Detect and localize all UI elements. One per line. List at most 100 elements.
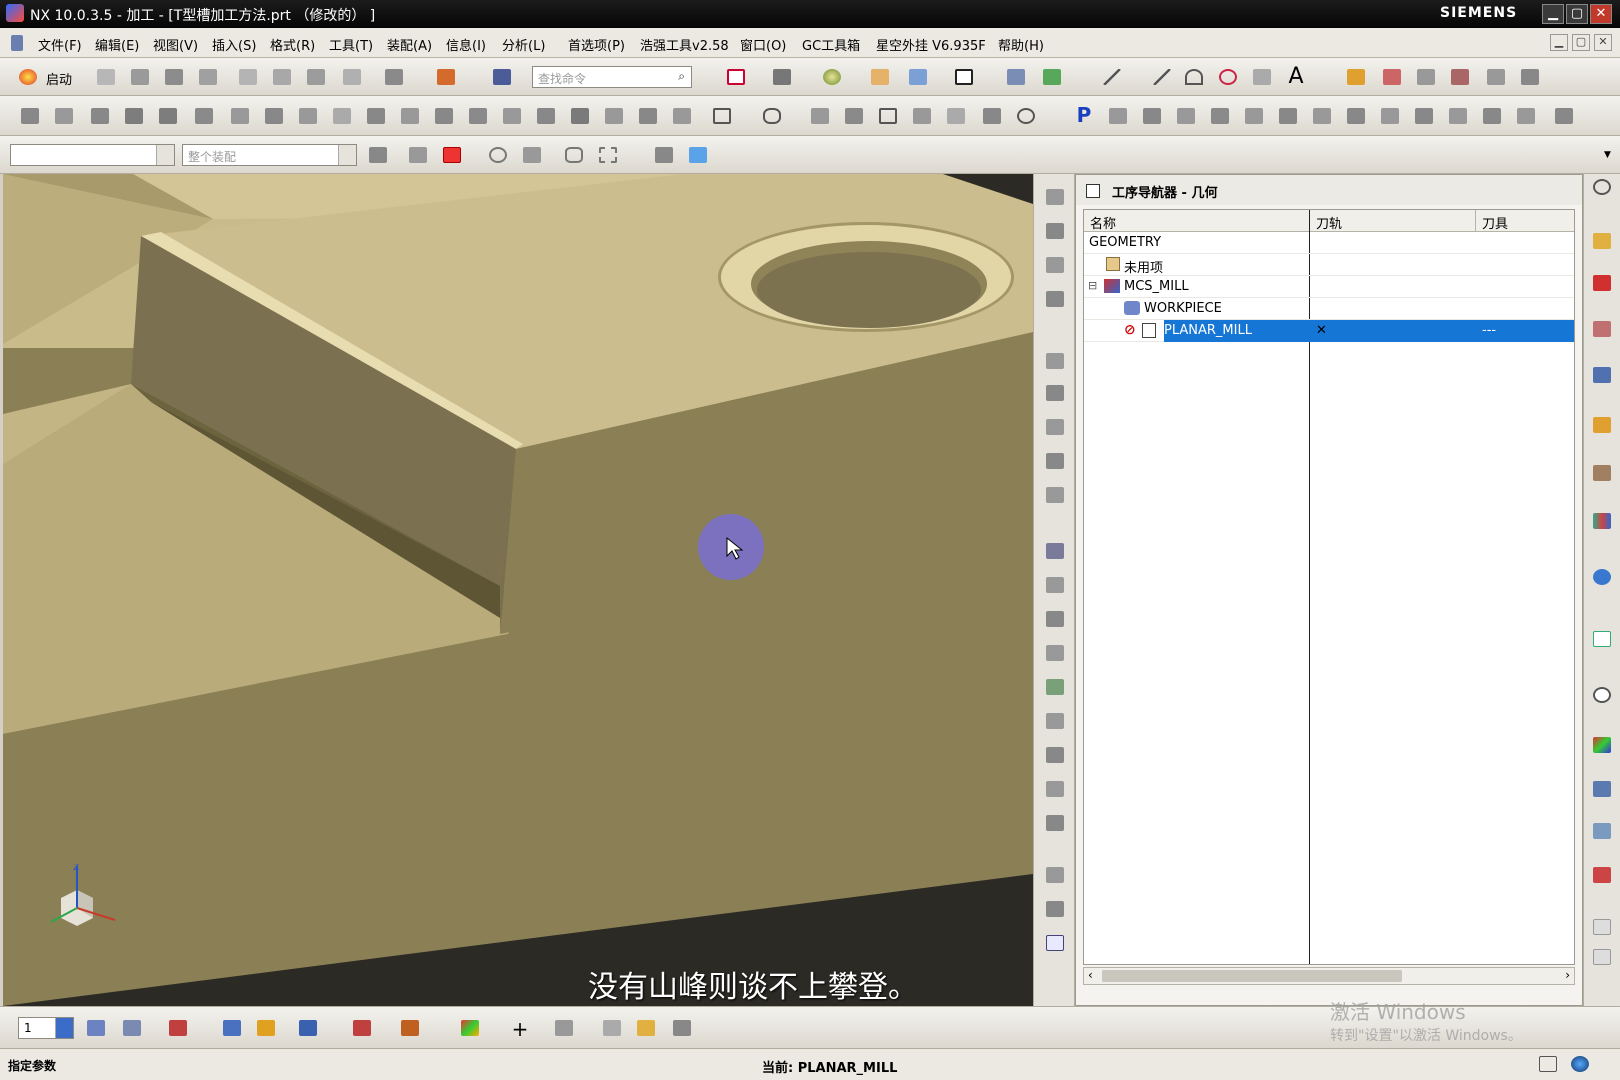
- layer-category-icon[interactable]: [166, 1017, 190, 1039]
- assembly-navigator-icon[interactable]: [1590, 230, 1614, 252]
- rb-replay-icon[interactable]: [1043, 540, 1067, 562]
- select-star-icon[interactable]: [440, 144, 464, 166]
- cube-icon[interactable]: [568, 105, 592, 127]
- constraint-navigator-icon[interactable]: [1590, 272, 1614, 294]
- minimize-button[interactable]: ▁: [1542, 4, 1564, 24]
- menu-analysis[interactable]: 分析(L): [502, 35, 545, 54]
- snap-crosshair-icon[interactable]: [486, 144, 510, 166]
- list-icon[interactable]: [1518, 66, 1542, 88]
- line-icon[interactable]: [1100, 66, 1124, 88]
- machine-navigator-icon[interactable]: [1590, 414, 1614, 436]
- save-icon[interactable]: [162, 66, 186, 88]
- tree-row-mcs-mill[interactable]: ⊟ MCS_MILL: [1084, 276, 1574, 298]
- axis-icon[interactable]: [808, 105, 832, 127]
- arrow-right-icon[interactable]: [156, 105, 180, 127]
- revolve-icon[interactable]: [600, 1017, 624, 1039]
- orient-view-icon[interactable]: [868, 66, 892, 88]
- navigator-pin-checkbox[interactable]: [1086, 184, 1100, 198]
- layer-settings-bottom-icon[interactable]: [84, 1017, 108, 1039]
- rb-simulate-icon[interactable]: [1043, 744, 1067, 766]
- circle-icon[interactable]: [1216, 66, 1240, 88]
- rb-program-order-icon[interactable]: [1043, 350, 1067, 372]
- cut-icon[interactable]: [236, 66, 260, 88]
- text-icon[interactable]: A: [1284, 64, 1308, 89]
- rb-shop-doc-icon[interactable]: [1043, 676, 1067, 698]
- part-nav-icon[interactable]: [1484, 66, 1508, 88]
- rb-machine-tool-icon[interactable]: [1043, 382, 1067, 404]
- arc-icon[interactable]: [1182, 66, 1206, 88]
- print-icon[interactable]: [196, 66, 220, 88]
- menu-insert[interactable]: 插入(S): [212, 35, 256, 54]
- block-icon[interactable]: [534, 105, 558, 127]
- transform-icon[interactable]: [910, 105, 934, 127]
- rb-post-icon[interactable]: [1043, 642, 1067, 664]
- cam-tool-11-icon[interactable]: [1446, 105, 1470, 127]
- part-navigator-icon[interactable]: [1590, 318, 1614, 340]
- cam-op-icon[interactable]: [18, 105, 42, 127]
- copy-layer-icon[interactable]: [1414, 66, 1438, 88]
- copy-icon[interactable]: [270, 66, 294, 88]
- cam-tool-9-icon[interactable]: [1378, 105, 1402, 127]
- cam-tool-6-icon[interactable]: [1276, 105, 1300, 127]
- type-filter-combo[interactable]: [10, 144, 175, 166]
- filter-icon[interactable]: [406, 144, 430, 166]
- menu-gc-toolbox[interactable]: GC工具箱: [802, 35, 860, 54]
- cam-tool-3-icon[interactable]: [1174, 105, 1198, 127]
- snap-colorful-icon[interactable]: [458, 1017, 482, 1039]
- reuse-library-icon[interactable]: [1590, 462, 1614, 484]
- menu-haoqiang-tools[interactable]: 浩强工具v2.58: [640, 35, 729, 54]
- rb-tool-path-icon[interactable]: [1043, 864, 1067, 886]
- fit-view-icon[interactable]: [724, 66, 748, 88]
- show-hide-icon[interactable]: [296, 1017, 320, 1039]
- scroll-left-icon[interactable]: ‹: [1088, 968, 1093, 982]
- system-materials-icon[interactable]: [1590, 734, 1614, 756]
- rb-edit-path-icon[interactable]: [1043, 898, 1067, 920]
- rb-create-geometry-icon[interactable]: [1043, 254, 1067, 276]
- operation-navigator-icon[interactable]: [1590, 364, 1614, 386]
- solid-icon[interactable]: [842, 105, 866, 127]
- open-file-icon[interactable]: [128, 66, 152, 88]
- box-icon[interactable]: [876, 105, 900, 127]
- rb-layout-icon[interactable]: [1043, 812, 1067, 834]
- process-studio-icon[interactable]: [1590, 778, 1614, 800]
- tag-icon[interactable]: [980, 105, 1004, 127]
- rectangle-icon[interactable]: [710, 105, 734, 127]
- stack-icon[interactable]: [88, 105, 112, 127]
- work-layer-combo[interactable]: 1: [18, 1017, 74, 1039]
- menu-file[interactable]: 文件(F): [38, 35, 82, 54]
- hand-icon[interactable]: [364, 105, 388, 127]
- grid-icon[interactable]: [636, 105, 660, 127]
- blank-icon[interactable]: [330, 105, 354, 127]
- network-status-icon[interactable]: [1568, 1053, 1592, 1075]
- plus-point-icon[interactable]: +: [508, 1017, 532, 1041]
- cam-tool-13-icon[interactable]: [1514, 105, 1538, 127]
- visible-in-view-icon[interactable]: [120, 1017, 144, 1039]
- history-palette-icon[interactable]: [1590, 628, 1614, 650]
- drill-icon[interactable]: [432, 105, 456, 127]
- measure-distance-icon[interactable]: [398, 1017, 422, 1039]
- scrollbar-thumb[interactable]: [1102, 970, 1402, 982]
- layer-settings-icon[interactable]: [1344, 66, 1368, 88]
- cam-tool-14-icon[interactable]: [1552, 105, 1576, 127]
- box-select-icon[interactable]: [596, 144, 620, 166]
- command-search-input[interactable]: 查找命令 ⌕: [532, 66, 692, 88]
- cam-tool-5-icon[interactable]: [1242, 105, 1266, 127]
- menu-help[interactable]: 帮助(H): [998, 35, 1044, 54]
- scroll-right-icon[interactable]: ›: [1565, 968, 1570, 982]
- cam-tool-12-icon[interactable]: [1480, 105, 1504, 127]
- machine-icon[interactable]: [296, 105, 320, 127]
- menu-window[interactable]: 窗口(O): [740, 35, 786, 54]
- move-layer-icon[interactable]: [1380, 66, 1404, 88]
- cam-tool-2-icon[interactable]: [1140, 105, 1164, 127]
- blue-cube-icon[interactable]: [686, 144, 710, 166]
- rb-create-method-icon[interactable]: [1043, 288, 1067, 310]
- scroll-down-icon[interactable]: [1590, 946, 1614, 968]
- delete-icon[interactable]: [340, 66, 364, 88]
- web-browser-icon[interactable]: [1590, 566, 1614, 588]
- menu-edit[interactable]: 编辑(E): [95, 35, 139, 54]
- group-icon[interactable]: [1250, 66, 1274, 88]
- joint-icon[interactable]: [602, 105, 626, 127]
- mill-icon[interactable]: [500, 105, 524, 127]
- point-icon[interactable]: [520, 144, 544, 166]
- brush-icon[interactable]: [944, 105, 968, 127]
